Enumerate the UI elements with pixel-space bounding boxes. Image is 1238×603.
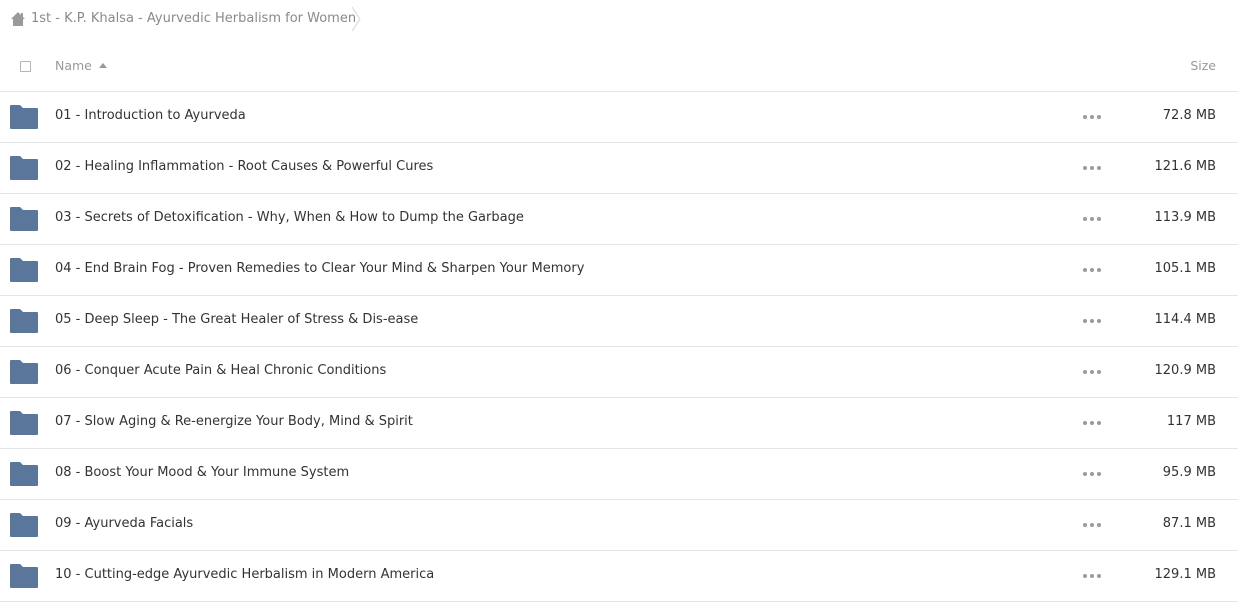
select-all-checkbox[interactable]	[20, 61, 31, 72]
folder-name[interactable]: 08 - Boost Your Mood & Your Immune Syste…	[55, 465, 349, 480]
folder-name[interactable]: 05 - Deep Sleep - The Great Healer of St…	[55, 312, 418, 327]
folder-icon	[10, 360, 38, 384]
table-row[interactable]: 07 - Slow Aging & Re-energize Your Body,…	[0, 398, 1238, 449]
folder-size: 87.1 MB	[1162, 516, 1216, 531]
table-row[interactable]: 10 - Cutting-edge Ayurvedic Herbalism in…	[0, 551, 1238, 602]
table-row[interactable]: 02 - Healing Inflammation - Root Causes …	[0, 143, 1238, 194]
name-column-header[interactable]: Name	[55, 58, 107, 73]
folder-size: 129.1 MB	[1154, 567, 1216, 582]
name-column-label: Name	[55, 58, 92, 73]
folder-icon	[10, 462, 38, 486]
folder-size: 95.9 MB	[1162, 465, 1216, 480]
table-row[interactable]: 03 - Secrets of Detoxification - Why, Wh…	[0, 194, 1238, 245]
breadcrumb-separator-icon	[351, 6, 361, 32]
sort-ascending-icon	[98, 63, 107, 68]
more-options-icon[interactable]	[1083, 213, 1101, 225]
file-list: 01 - Introduction to Ayurveda 72.8 MB 02…	[0, 92, 1238, 602]
folder-icon	[10, 564, 38, 588]
home-icon[interactable]	[10, 11, 26, 27]
folder-icon	[10, 105, 38, 129]
table-row[interactable]: 08 - Boost Your Mood & Your Immune Syste…	[0, 449, 1238, 500]
folder-size: 105.1 MB	[1154, 261, 1216, 276]
more-options-icon[interactable]	[1083, 468, 1101, 480]
table-row[interactable]: 01 - Introduction to Ayurveda 72.8 MB	[0, 92, 1238, 143]
breadcrumb-current-folder[interactable]: 1st - K.P. Khalsa - Ayurvedic Herbalism …	[31, 11, 356, 26]
folder-size: 117 MB	[1166, 414, 1216, 429]
folder-name[interactable]: 02 - Healing Inflammation - Root Causes …	[55, 159, 433, 174]
folder-icon	[10, 411, 38, 435]
folder-icon	[10, 207, 38, 231]
more-options-icon[interactable]	[1083, 162, 1101, 174]
more-options-icon[interactable]	[1083, 264, 1101, 276]
breadcrumb: 1st - K.P. Khalsa - Ayurvedic Herbalism …	[0, 0, 1238, 38]
folder-name[interactable]: 03 - Secrets of Detoxification - Why, Wh…	[55, 210, 524, 225]
folder-icon	[10, 513, 38, 537]
table-row[interactable]: 04 - End Brain Fog - Proven Remedies to …	[0, 245, 1238, 296]
folder-icon	[10, 309, 38, 333]
folder-name[interactable]: 04 - End Brain Fog - Proven Remedies to …	[55, 261, 584, 276]
folder-size: 114.4 MB	[1154, 312, 1216, 327]
table-header: Name Size	[0, 42, 1238, 92]
more-options-icon[interactable]	[1083, 315, 1101, 327]
folder-name[interactable]: 01 - Introduction to Ayurveda	[55, 108, 246, 123]
folder-size: 113.9 MB	[1154, 210, 1216, 225]
table-row[interactable]: 05 - Deep Sleep - The Great Healer of St…	[0, 296, 1238, 347]
folder-size: 120.9 MB	[1154, 363, 1216, 378]
more-options-icon[interactable]	[1083, 417, 1101, 429]
more-options-icon[interactable]	[1083, 111, 1101, 123]
folder-icon	[10, 258, 38, 282]
size-column-header[interactable]: Size	[1190, 58, 1216, 73]
folder-name[interactable]: 10 - Cutting-edge Ayurvedic Herbalism in…	[55, 567, 434, 582]
folder-name[interactable]: 06 - Conquer Acute Pain & Heal Chronic C…	[55, 363, 386, 378]
table-row[interactable]: 06 - Conquer Acute Pain & Heal Chronic C…	[0, 347, 1238, 398]
more-options-icon[interactable]	[1083, 366, 1101, 378]
more-options-icon[interactable]	[1083, 519, 1101, 531]
folder-size: 121.6 MB	[1154, 159, 1216, 174]
table-row[interactable]: 09 - Ayurveda Facials 87.1 MB	[0, 500, 1238, 551]
folder-name[interactable]: 09 - Ayurveda Facials	[55, 516, 193, 531]
more-options-icon[interactable]	[1083, 570, 1101, 582]
folder-name[interactable]: 07 - Slow Aging & Re-energize Your Body,…	[55, 414, 413, 429]
folder-size: 72.8 MB	[1162, 108, 1216, 123]
folder-icon	[10, 156, 38, 180]
